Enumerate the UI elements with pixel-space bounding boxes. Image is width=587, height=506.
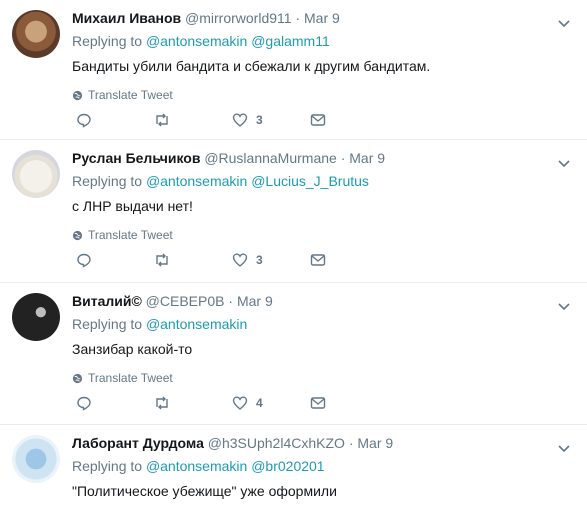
chevron-down-icon[interactable] (557, 16, 571, 30)
separator-dot: · (340, 150, 346, 166)
avatar[interactable] (12, 293, 60, 341)
tweet-actions: 3 (76, 252, 388, 268)
like-button[interactable]: 4 (232, 395, 310, 411)
envelope-icon (310, 114, 326, 126)
tweet[interactable]: Михаил Иванов @mirrorworld911 · Mar 9 Re… (0, 0, 587, 140)
avatar[interactable] (12, 10, 60, 58)
globe-icon (72, 373, 83, 383)
mention-link[interactable]: @antonsemakin (146, 458, 247, 474)
envelope-icon (310, 254, 326, 266)
reply-icon (77, 253, 91, 268)
replying-to: Replying to @antonsemakin @br020201 (72, 456, 567, 476)
translate-tweet-link[interactable]: Translate Tweet (72, 228, 567, 242)
replying-to-label: Replying to (72, 316, 143, 332)
like-button[interactable]: 3 (232, 112, 310, 128)
chevron-down-icon[interactable] (557, 441, 571, 455)
retweet-button[interactable] (154, 252, 232, 268)
tweet-header: Руслан Бельчиков @RuslannaMurmane · Mar … (72, 148, 567, 168)
heart-icon (232, 113, 248, 127)
tweet-date[interactable]: Mar 9 (357, 435, 393, 451)
replying-to: Replying to @antonsemakin @Lucius_J_Brut… (72, 171, 567, 191)
replying-to: Replying to @antonsemakin @galamm11 (72, 31, 567, 51)
separator-dot: · (348, 435, 354, 451)
author-handle[interactable]: @СЕВЕР0В (146, 293, 225, 309)
author-name[interactable]: Руслан Бельчиков (72, 150, 200, 166)
mention-link[interactable]: @antonsemakin (146, 173, 247, 189)
translate-label: Translate Tweet (88, 371, 173, 385)
translate-tweet-link[interactable]: Translate Tweet (72, 371, 567, 385)
avatar[interactable] (12, 150, 60, 198)
globe-icon (72, 230, 83, 240)
tweet-text: "Политическое убежище" уже оформили (72, 483, 337, 499)
retweet-icon (156, 253, 168, 267)
heart-icon (232, 396, 248, 410)
tweet-date[interactable]: Mar 9 (349, 150, 385, 166)
reply-button[interactable] (76, 252, 154, 268)
reply-button[interactable] (76, 395, 154, 411)
tweet-date[interactable]: Mar 9 (237, 293, 273, 309)
mention-link[interactable]: @antonsemakin (146, 33, 247, 49)
message-button[interactable] (310, 252, 388, 268)
tweet-text: Бандиты убили бандита и сбежали к другим… (72, 58, 431, 74)
mention-link[interactable]: @Lucius_J_Brutus (251, 173, 369, 189)
tweet-date[interactable]: Mar 9 (304, 10, 340, 26)
retweet-button[interactable] (154, 112, 232, 128)
tweet-header: Лаборант Дурдома @h3SUph2l4CxhKZO · Mar … (72, 433, 567, 453)
tweet-actions: 4 (76, 395, 388, 411)
tweet-header: Михаил Иванов @mirrorworld911 · Mar 9 (72, 8, 567, 28)
author-name[interactable]: Лаборант Дурдома (72, 435, 204, 451)
globe-icon (72, 90, 83, 100)
author-handle[interactable]: @mirrorworld911 (185, 10, 292, 26)
avatar[interactable] (12, 435, 60, 483)
replying-to-label: Replying to (72, 173, 143, 189)
tweet[interactable]: Руслан Бельчиков @RuslannaMurmane · Mar … (0, 140, 587, 283)
separator-dot: · (228, 293, 234, 309)
retweet-icon (156, 113, 168, 127)
chevron-down-icon[interactable] (557, 299, 571, 313)
mention-link[interactable]: @br020201 (251, 458, 324, 474)
author-name[interactable]: Михаил Иванов (72, 10, 181, 26)
author-name[interactable]: Виталий© (72, 293, 142, 309)
replying-to-label: Replying to (72, 33, 143, 49)
like-count: 4 (256, 396, 263, 410)
tweet[interactable]: Виталий© @СЕВЕР0В · Mar 9 Replying to @a… (0, 283, 587, 425)
like-button[interactable]: 3 (232, 252, 310, 268)
reply-icon (77, 113, 91, 128)
mention-link[interactable]: @galamm11 (251, 33, 330, 49)
message-button[interactable] (310, 112, 388, 128)
separator-dot: · (295, 10, 301, 26)
reply-icon (77, 396, 91, 411)
tweet-text: Занзибар какой-то (72, 341, 193, 357)
mention-link[interactable]: @antonsemakin (146, 316, 247, 332)
replying-to-label: Replying to (72, 458, 143, 474)
tweet-text: с ЛНР выдачи нет! (72, 198, 193, 214)
like-count: 3 (256, 253, 263, 267)
retweet-button[interactable] (154, 395, 232, 411)
envelope-icon (310, 397, 326, 409)
heart-icon (232, 253, 248, 267)
author-handle[interactable]: @RuslannaMurmane (204, 150, 337, 166)
like-count: 3 (256, 113, 263, 127)
translate-tweet-link[interactable]: Translate Tweet (72, 88, 567, 102)
translate-label: Translate Tweet (88, 228, 173, 242)
tweet-header: Виталий© @СЕВЕР0В · Mar 9 (72, 291, 567, 311)
message-button[interactable] (310, 395, 388, 411)
tweet-timeline: Михаил Иванов @mirrorworld911 · Mar 9 Re… (0, 0, 587, 506)
chevron-down-icon[interactable] (557, 156, 571, 170)
reply-button[interactable] (76, 112, 154, 128)
author-handle[interactable]: @h3SUph2l4CxhKZO (208, 435, 345, 451)
retweet-icon (156, 396, 168, 410)
tweet[interactable]: Лаборант Дурдома @h3SUph2l4CxhKZO · Mar … (0, 425, 587, 506)
tweet-actions: 3 (76, 112, 388, 128)
translate-label: Translate Tweet (88, 88, 173, 102)
replying-to: Replying to @antonsemakin (72, 314, 567, 334)
